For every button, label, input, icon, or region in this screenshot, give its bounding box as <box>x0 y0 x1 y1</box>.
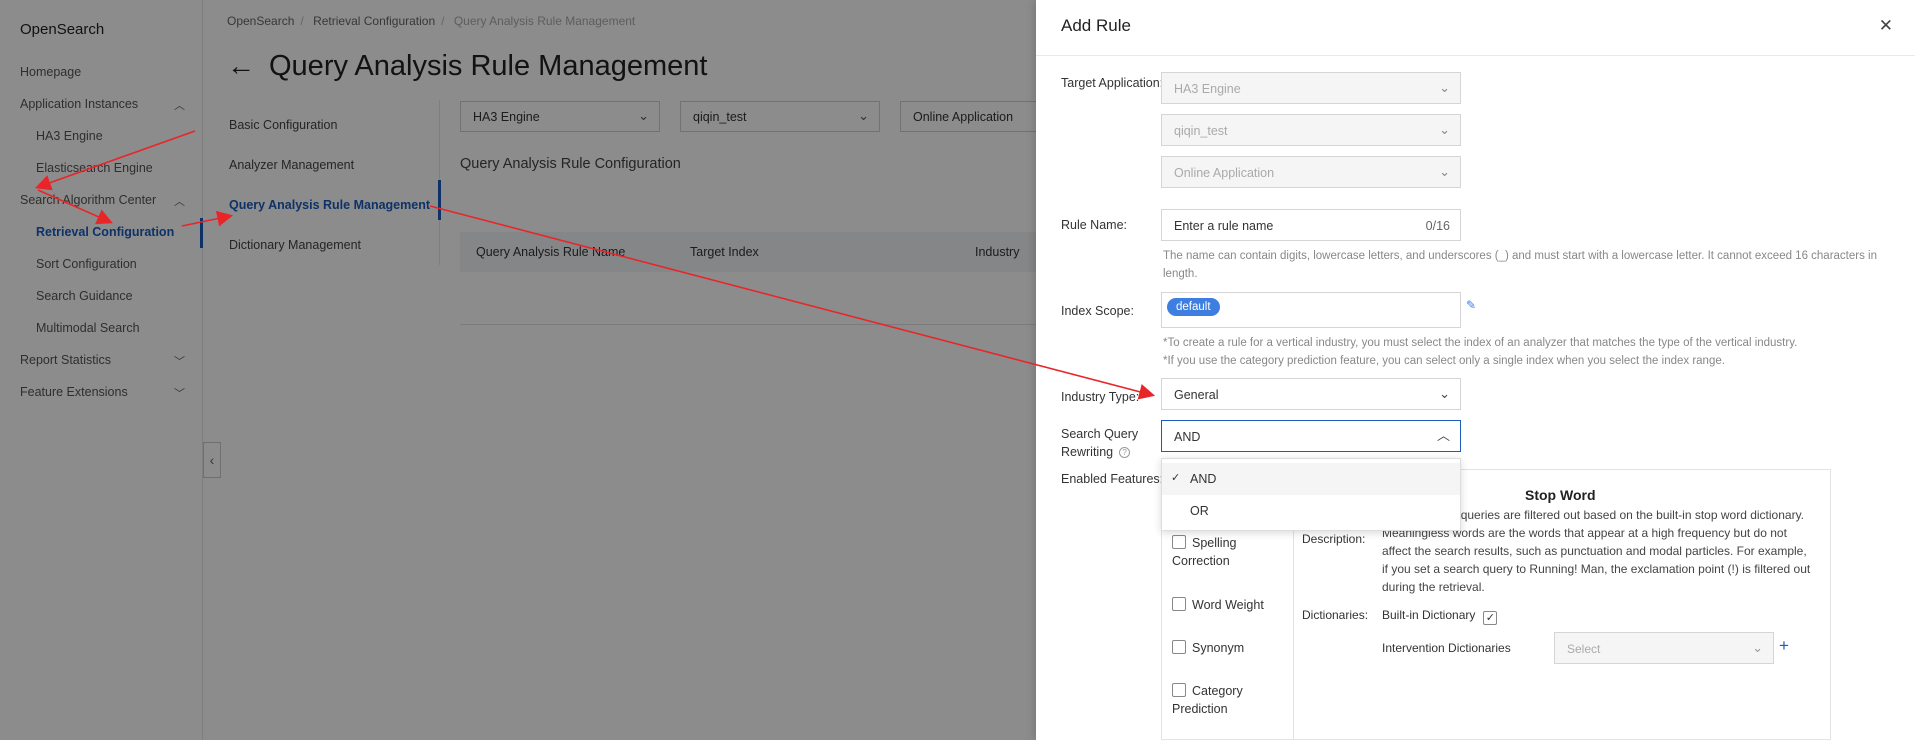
chevron-down-icon: ⌄ <box>1439 386 1450 401</box>
chevron-up-icon: ︿ <box>1436 428 1450 443</box>
rewrite-label-line2: Rewriting <box>1061 445 1114 459</box>
modal-overlay[interactable] <box>0 0 1036 740</box>
index-scope-label: Index Scope: <box>1061 304 1134 318</box>
intervention-placeholder: Select <box>1567 642 1601 656</box>
industry-type-label: Industry Type: <box>1061 390 1140 404</box>
target-application-label: Target Application: <box>1061 76 1164 90</box>
rule-name-input[interactable]: Enter a rule name 0/16 <box>1161 209 1461 241</box>
index-help-1: *To create a rule for a vertical industr… <box>1163 337 1798 349</box>
feature-word-weight[interactable]: Word Weight <box>1172 596 1282 614</box>
chevron-down-icon: ⌄ <box>1439 122 1450 137</box>
feature-synonym[interactable]: Synonym <box>1172 639 1282 657</box>
rewriting-dropdown-menu: ✓ AND OR <box>1161 458 1461 531</box>
target-engine-value: HA3 Engine <box>1174 82 1241 96</box>
add-icon[interactable]: + <box>1779 636 1789 656</box>
close-icon[interactable]: ✕ <box>1879 16 1893 36</box>
chevron-down-icon: ⌄ <box>1439 80 1450 95</box>
checkbox[interactable] <box>1172 640 1186 654</box>
index-tag[interactable]: default <box>1167 298 1220 316</box>
chevron-down-icon: ⌄ <box>1439 164 1450 179</box>
builtin-dictionary-label: Built-in Dictionary <box>1382 608 1476 622</box>
rule-name-help: The name can contain digits, lowercase l… <box>1163 250 1877 280</box>
target-app-type-value: Online Application <box>1174 166 1275 180</box>
dropdown-option-or[interactable]: OR <box>1162 495 1460 527</box>
checkbox[interactable] <box>1172 597 1186 611</box>
option-label: AND <box>1190 472 1217 486</box>
edit-icon[interactable]: ✎ <box>1466 298 1476 312</box>
feature-label: Synonym <box>1192 641 1245 655</box>
check-icon: ✓ <box>1171 472 1181 484</box>
option-label: OR <box>1190 504 1209 518</box>
builtin-dictionary-row: Built-in Dictionary ✓ <box>1382 608 1498 625</box>
index-help-2: *If you use the category prediction feat… <box>1163 355 1725 367</box>
add-rule-drawer: Add Rule ✕ Target Application: HA3 Engin… <box>1036 0 1915 740</box>
builtin-dictionary-checkbox[interactable]: ✓ <box>1483 611 1498 625</box>
feature-label: Word Weight <box>1192 598 1264 612</box>
index-scope-field[interactable]: default <box>1161 292 1461 328</box>
target-instance-select: qiqin_test ⌄ <box>1161 114 1461 146</box>
target-instance-value: qiqin_test <box>1174 124 1228 138</box>
description-label: Description: <box>1302 532 1366 546</box>
feature-spelling-correction[interactable]: Spelling Correction <box>1172 534 1282 570</box>
rule-name-counter: 0/16 <box>1425 219 1450 233</box>
rewriting-select-value: AND <box>1174 430 1201 444</box>
drawer-title: Add Rule <box>1061 16 1131 35</box>
search-query-rewriting-select[interactable]: AND ︿ <box>1161 420 1461 452</box>
help-question-icon[interactable]: ? <box>1119 447 1131 459</box>
intervention-dictionaries-label: Intervention Dictionaries <box>1382 641 1511 655</box>
checkbox[interactable] <box>1172 535 1186 549</box>
search-query-rewriting-label: Search Query Rewriting? <box>1061 425 1138 461</box>
dictionaries-label: Dictionaries: <box>1302 608 1369 622</box>
chevron-down-icon: ⌄ <box>1752 640 1763 655</box>
target-engine-select: HA3 Engine ⌄ <box>1161 72 1461 104</box>
industry-type-select[interactable]: General ⌄ <box>1161 378 1461 410</box>
drawer-header: Add Rule ✕ <box>1036 0 1915 56</box>
dropdown-option-and[interactable]: ✓ AND <box>1162 463 1460 495</box>
rewrite-label-line1: Search Query <box>1061 427 1139 441</box>
intervention-dictionaries-select[interactable]: Select ⌄ <box>1554 632 1774 664</box>
checkbox[interactable] <box>1172 683 1186 697</box>
rule-name-label: Rule Name: <box>1061 218 1127 232</box>
target-app-type-select: Online Application ⌄ <box>1161 156 1461 188</box>
enabled-features-label: Enabled Features: <box>1061 472 1164 486</box>
feature-category-prediction[interactable]: Category Prediction <box>1172 682 1282 718</box>
industry-type-value: General <box>1174 388 1219 402</box>
rule-name-placeholder: Enter a rule name <box>1174 219 1274 233</box>
stop-word-title: Stop Word <box>1525 487 1596 503</box>
